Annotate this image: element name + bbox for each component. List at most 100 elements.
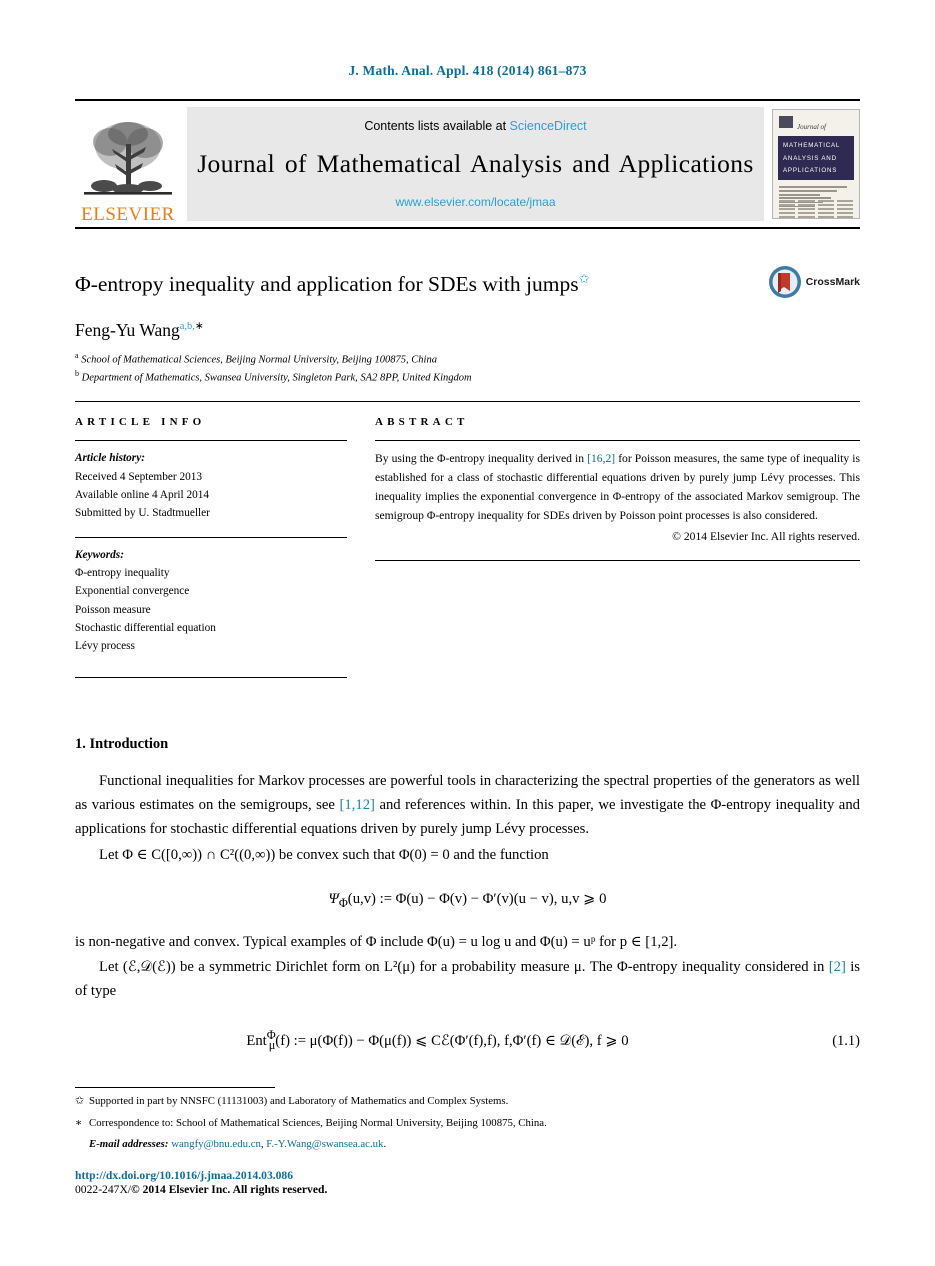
title-area: CrossMark Φ-entropy inequality and appli… — [75, 266, 860, 385]
abstract-citation-link[interactable]: [16,2] — [587, 452, 615, 465]
journal-cover-thumbnail: Journal of MATHEMATICAL ANALYSIS AND APP… — [772, 109, 860, 219]
article-history-block: Article history: Received 4 September 20… — [75, 441, 347, 522]
cover-text-lines — [779, 186, 853, 198]
abstract-bottom-rule — [375, 560, 860, 562]
contents-available-line: Contents lists available at ScienceDirec… — [364, 119, 586, 133]
history-received: Received 4 September 2013 — [75, 470, 203, 483]
affiliations-block: a School of Mathematical Sciences, Beiji… — [75, 350, 860, 385]
email-period: . — [383, 1138, 387, 1151]
keywords-label: Keywords: — [75, 548, 124, 561]
keyword-item: Poisson measure — [75, 603, 151, 616]
crossmark-icon — [768, 266, 801, 298]
equation-psi-symbol: Ψ — [328, 890, 339, 907]
info-abstract-columns: ARTICLE INFO Article history: Received 4… — [75, 416, 860, 679]
footnote-correspondence-text: Correspondence to: School of Mathematica… — [89, 1116, 547, 1129]
issn-copyright-text: © 2014 Elsevier Inc. All rights reserved… — [131, 1183, 328, 1197]
footnote-correspondence: ∗ Correspondence to: School of Mathematic… — [75, 1115, 860, 1132]
history-submitted-by: Submitted by U. Stadtmueller — [75, 507, 210, 520]
journal-masthead: ELSEVIER Contents lists available at Sci… — [75, 99, 860, 229]
affiliation-b-text: Department of Mathematics, Swansea Unive… — [81, 372, 472, 384]
author-line: Feng-Yu Wanga,b,∗ — [75, 320, 860, 341]
footnote-funding-text: Supported in part by NNSFC (11131003) an… — [89, 1094, 509, 1107]
doi-link[interactable]: http://dx.doi.org/10.1016/j.jmaa.2014.03… — [75, 1169, 860, 1182]
sciencedirect-link[interactable]: ScienceDirect — [510, 119, 587, 133]
article-history-label: Article history: — [75, 452, 145, 465]
affiliation-a-text: School of Mathematical Sciences, Beijing… — [81, 354, 437, 366]
email-addresses-label: E-mail addresses: — [89, 1138, 169, 1151]
equation-1-1-rest: (f) := μ(Φ(f)) − Φ(μ(f)) ⩽ Cℰ(Φ′(f),f), … — [275, 1032, 629, 1049]
cover-band-line-2: ANALYSIS AND — [783, 154, 837, 162]
page-content: J. Math. Anal. Appl. 418 (2014) 861–873 — [75, 0, 860, 1196]
elsevier-wordmark: ELSEVIER — [81, 204, 175, 225]
cover-publisher-mark-icon — [779, 116, 793, 128]
equation-1-1-ent: Ent — [246, 1032, 267, 1049]
cover-title-band: MATHEMATICAL ANALYSIS AND APPLICATIONS — [778, 136, 854, 180]
footnote-separator-rule — [75, 1086, 275, 1088]
paper-page: J. Math. Anal. Appl. 418 (2014) 861–873 — [0, 0, 935, 1266]
affiliation-a-mark: a — [75, 351, 79, 361]
running-head: J. Math. Anal. Appl. 418 (2014) 861–873 — [348, 63, 587, 78]
affiliation-b: b Department of Mathematics, Swansea Uni… — [75, 368, 860, 386]
author-sup-b[interactable]: b — [187, 321, 192, 332]
footnote-correspondence-marker: ∗ — [75, 1116, 83, 1129]
column-gap — [347, 416, 375, 678]
paragraph-intro-4-part-a: Let (ℰ,𝒟(ℰ)) be a symmetric Dirichlet fo… — [99, 959, 829, 976]
info-top-rule — [75, 401, 860, 403]
issn-copyright-line: 0022-247X/© 2014 Elsevier Inc. All right… — [75, 1183, 860, 1196]
equation-psi-body: (u,v) := Φ(u) − Φ(v) − Φ′(v)(u − v), u,v… — [347, 890, 607, 907]
elsevier-tree-icon — [84, 122, 172, 195]
abstract-text: By using the Φ-entropy inequality derive… — [375, 441, 860, 546]
affiliation-a: a School of Mathematical Sciences, Beiji… — [75, 350, 860, 368]
author-affiliation-marks: a,b,∗ — [179, 321, 204, 333]
paragraph-intro-2: Let Φ ∈ C([0,∞)) ∩ C²((0,∞)) be convex s… — [99, 846, 549, 863]
citation-link-1-12[interactable]: [1,12] — [339, 797, 375, 813]
abstract-heading: ABSTRACT — [375, 416, 469, 429]
title-footnote-marker[interactable]: ✩ — [579, 271, 590, 286]
issn-prefix: 0022-247X/ — [75, 1183, 132, 1197]
paragraph-intro-4: Let (ℰ,𝒟(ℰ)) be a symmetric Dirichlet fo… — [75, 956, 860, 1004]
footnote-funding: ✩ Supported in part by NNSFC (11131003) a… — [75, 1093, 860, 1110]
equation-psi-subscript: Φ — [338, 895, 348, 910]
keyword-item: Exponential convergence — [75, 585, 190, 598]
paper-title-text: Φ-entropy inequality and application for… — [75, 272, 579, 297]
footnote-emails: E-mail addresses: wangfy@bnu.edu.cn, F.-… — [75, 1136, 860, 1153]
paragraph-intro-3: is non-negative and convex. Typical exam… — [75, 933, 678, 950]
crossmark-label: CrossMark — [805, 276, 860, 288]
equation-psi-phi: ΨΦ(u,v) := Φ(u) − Φ(v) − Φ′(v)(u − v), u… — [75, 890, 860, 911]
history-available-online: Available online 4 April 2014 — [75, 489, 210, 502]
elsevier-logo: ELSEVIER — [75, 101, 181, 227]
article-info-heading: ARTICLE INFO — [75, 416, 206, 429]
crossmark-badge[interactable]: CrossMark — [768, 265, 860, 299]
paragraph-intro-1: Functional inequalities for Markov proce… — [75, 770, 860, 841]
abstract-rights-line: © 2014 Elsevier Inc. All rights reserved… — [672, 529, 860, 543]
info-bottom-rule — [75, 677, 347, 679]
keyword-item: Φ-entropy inequality — [75, 566, 170, 579]
cover-band-line-1: MATHEMATICAL — [783, 142, 841, 149]
email-link-swansea[interactable]: F.-Y.Wang@swansea.ac.uk — [266, 1138, 383, 1150]
article-info-column: ARTICLE INFO Article history: Received 4… — [75, 416, 347, 679]
keyword-item: Stochastic differential equation — [75, 621, 216, 634]
cover-band-line-3: APPLICATIONS — [783, 167, 838, 174]
masthead-center-panel: Contents lists available at ScienceDirec… — [187, 107, 764, 221]
cover-footer-lines — [779, 197, 853, 210]
equation-1-1-body: EntΦμ(f) := μ(Φ(f)) − Φ(μ(f)) ⩽ Cℰ(Φ′(f)… — [75, 1028, 800, 1053]
keyword-item: Lévy process — [75, 640, 135, 653]
cover-journal-of-label: Journal of — [797, 123, 826, 131]
equation-1-1-row: EntΦμ(f) := μ(Φ(f)) − Φ(μ(f)) ⩽ Cℰ(Φ′(f)… — [75, 1028, 860, 1053]
author-sup-star[interactable]: ∗ — [195, 321, 204, 332]
abstract-column: ABSTRACT By using the Φ-entropy inequali… — [375, 416, 860, 678]
author-name: Feng-Yu Wang — [75, 320, 180, 341]
page-title: Φ-entropy inequality and application for… — [75, 271, 860, 298]
author-sup-a[interactable]: a — [180, 321, 185, 332]
affiliation-b-mark: b — [75, 368, 79, 378]
keywords-block: Keywords: Φ-entropy inequality Exponenti… — [75, 538, 347, 656]
section-heading-introduction: 1. Introduction — [75, 736, 169, 753]
citation-link-2[interactable]: [2] — [829, 959, 846, 975]
abstract-part-1: By using the Φ-entropy inequality derive… — [375, 452, 588, 466]
email-link-bnu[interactable]: wangfy@bnu.edu.cn — [171, 1138, 261, 1150]
footnote-funding-marker: ✩ — [75, 1094, 85, 1107]
journal-title: Journal of Mathematical Analysis and App… — [197, 149, 754, 178]
journal-homepage-link[interactable]: www.elsevier.com/locate/jmaa — [395, 195, 555, 209]
contents-prefix: Contents lists available at — [364, 119, 510, 133]
equation-1-1-number: (1.1) — [832, 1032, 860, 1049]
